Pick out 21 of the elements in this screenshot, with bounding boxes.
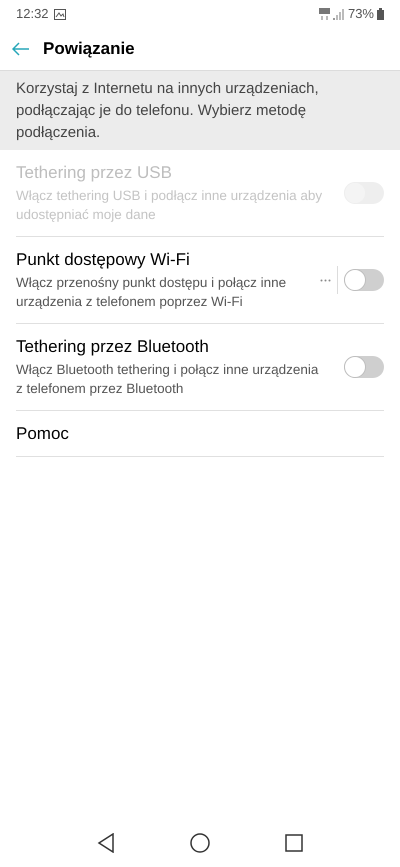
battery-icon: [377, 8, 384, 20]
recents-nav-icon[interactable]: [284, 834, 303, 852]
help-item[interactable]: Pomoc: [16, 411, 384, 457]
home-nav-icon[interactable]: [190, 833, 210, 853]
battery-percent: 73%: [348, 5, 374, 24]
image-icon: [54, 8, 66, 20]
signal-icon: [332, 8, 345, 20]
more-icon[interactable]: [320, 278, 331, 282]
back-arrow-icon[interactable]: [12, 42, 30, 56]
back-nav-icon[interactable]: [97, 833, 116, 853]
setting-description: Włącz przenośny punkt dostępu i połącz inne urządzenia z telefonem poprzez Wi-Fi: [16, 274, 288, 311]
setting-description: Włącz tethering USB i podłącz inne urządzenia aby udostępniać moje dane: [16, 187, 324, 224]
toggle-switch[interactable]: [344, 356, 384, 378]
page-title: Powiązanie: [43, 38, 135, 60]
status-time: 12:32: [16, 5, 49, 24]
setting-title: Tethering przez USB: [16, 162, 173, 184]
setting-description: Włącz Bluetooth tethering i połącz inne urządzenia z telefonem przez Bluetooth: [16, 361, 320, 398]
setting-title: Tethering przez Bluetooth: [16, 336, 210, 358]
setting-title: Punkt dostępowy Wi-Fi: [16, 249, 191, 271]
description-text: Korzystaj z Internetu na innych urządzeniach, podłączając je do telefonu. Wybierz metodę podłączenia.: [16, 79, 320, 143]
toggle-switch[interactable]: [344, 269, 384, 291]
